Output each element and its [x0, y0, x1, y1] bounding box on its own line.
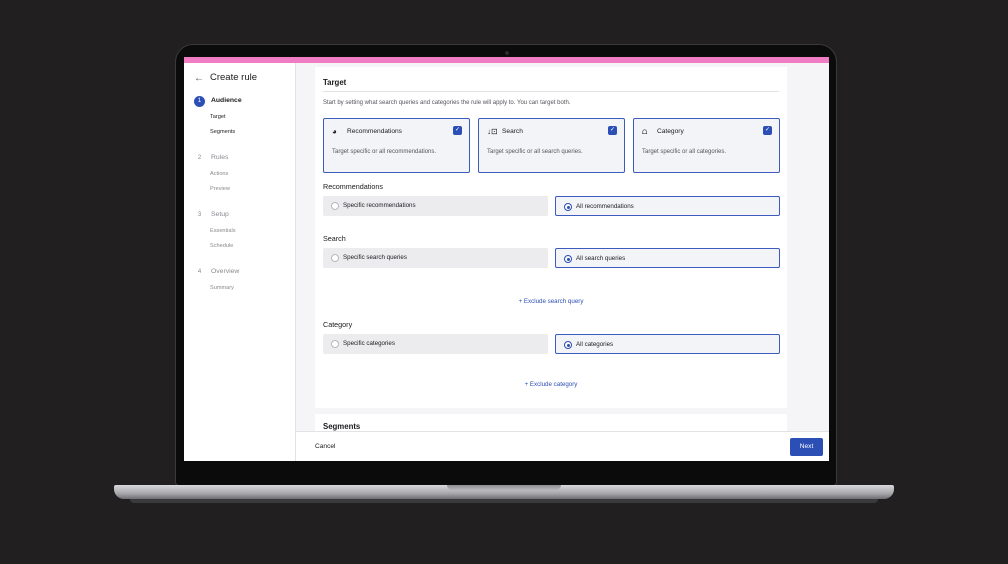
- radio-label: Specific categories: [343, 340, 395, 347]
- radio-button[interactable]: [331, 202, 339, 210]
- laptop-mockup: ← Create rule 1 Audience Target Segments …: [0, 0, 1008, 564]
- step-number: 1: [194, 96, 205, 107]
- footer-bar: Cancel Next: [296, 431, 829, 461]
- step-number: 2: [197, 155, 202, 161]
- target-option-category[interactable]: ⩍ Category ✓ Target specific or all cate…: [633, 118, 780, 173]
- laptop-base: [114, 485, 894, 499]
- radio-button-selected[interactable]: [564, 341, 572, 349]
- radio-all-search[interactable]: All search queries: [555, 248, 780, 268]
- step-label: Rules: [211, 154, 229, 161]
- next-button[interactable]: Next: [790, 438, 823, 456]
- checkbox-checked[interactable]: ✓: [453, 126, 462, 135]
- substep-schedule[interactable]: Schedule: [210, 243, 233, 249]
- substep-target[interactable]: Target: [210, 114, 226, 120]
- target-name: Category: [657, 128, 684, 135]
- checkbox-checked[interactable]: ✓: [608, 126, 617, 135]
- radio-button[interactable]: [331, 254, 339, 262]
- app-screen: ← Create rule 1 Audience Target Segments …: [184, 57, 829, 461]
- step-number: 3: [197, 212, 202, 218]
- step-overview[interactable]: 4 Overview: [194, 267, 240, 278]
- section-heading-target: Target: [323, 78, 347, 87]
- camera-icon: [505, 51, 509, 55]
- exclude-category-link[interactable]: + Exclude category: [315, 381, 787, 388]
- exclude-search-query-link[interactable]: + Exclude search query: [315, 298, 787, 305]
- substep-essentials[interactable]: Essentials: [210, 228, 236, 234]
- substep-summary[interactable]: Summary: [210, 285, 234, 291]
- substep-actions[interactable]: Actions: [210, 171, 228, 177]
- recommendations-icon: ◕: [332, 127, 337, 136]
- step-setup[interactable]: 3 Setup: [194, 210, 229, 221]
- target-card: Target Start by setting what search quer…: [315, 67, 787, 408]
- radio-label: All categories: [576, 341, 614, 348]
- radio-specific-search[interactable]: Specific search queries: [323, 248, 548, 268]
- radio-label: All search queries: [576, 255, 626, 262]
- radio-button[interactable]: [331, 340, 339, 348]
- cancel-button[interactable]: Cancel: [315, 443, 336, 450]
- radio-label: Specific search queries: [343, 254, 407, 261]
- target-name: Recommendations: [347, 128, 402, 135]
- search-sort-icon: ↓⊡: [487, 127, 498, 136]
- step-label: Setup: [211, 211, 229, 218]
- target-description: Target specific or all search queries.: [487, 149, 583, 155]
- section-label-search: Search: [323, 234, 346, 243]
- category-shapes-icon: ⩍: [642, 127, 648, 136]
- radio-specific-categories[interactable]: Specific categories: [323, 334, 548, 354]
- checkbox-checked[interactable]: ✓: [763, 126, 772, 135]
- target-name: Search: [502, 128, 523, 135]
- radio-button-selected[interactable]: [564, 203, 572, 211]
- section-heading-segments: Segments: [323, 422, 361, 431]
- target-option-recommendations[interactable]: ◕ Recommendations ✓ Target specific or a…: [323, 118, 470, 173]
- sidebar: ← Create rule 1 Audience Target Segments …: [184, 63, 296, 461]
- radio-all-recommendations[interactable]: All recommendations: [555, 196, 780, 216]
- radio-all-categories[interactable]: All categories: [555, 334, 780, 354]
- section-label-category: Category: [323, 320, 353, 329]
- intro-text: Start by setting what search queries and…: [323, 100, 571, 106]
- section-label-recommendations: Recommendations: [323, 182, 383, 191]
- divider: [323, 91, 779, 92]
- substep-segments[interactable]: Segments: [210, 129, 235, 135]
- target-description: Target specific or all recommendations.: [332, 149, 437, 155]
- target-option-search[interactable]: ↓⊡ Search ✓ Target specific or all searc…: [478, 118, 625, 173]
- radio-button-selected[interactable]: [564, 255, 572, 263]
- laptop-shadow: [130, 499, 878, 503]
- segments-card: Segments: [315, 414, 787, 431]
- step-rules[interactable]: 2 Rules: [194, 153, 229, 164]
- substep-preview[interactable]: Preview: [210, 186, 230, 192]
- step-label: Audience: [211, 97, 242, 104]
- main-content[interactable]: Target Start by setting what search quer…: [296, 63, 829, 431]
- step-number: 4: [197, 269, 202, 275]
- target-description: Target specific or all categories.: [642, 149, 727, 155]
- back-arrow-icon[interactable]: ←: [194, 73, 204, 84]
- laptop-notch: [447, 485, 561, 490]
- radio-label: All recommendations: [576, 203, 634, 210]
- step-label: Overview: [211, 268, 240, 275]
- radio-label: Specific recommendations: [343, 202, 416, 209]
- radio-specific-recommendations[interactable]: Specific recommendations: [323, 196, 548, 216]
- step-audience[interactable]: 1 Audience: [194, 96, 242, 107]
- page-title: Create rule: [210, 72, 257, 83]
